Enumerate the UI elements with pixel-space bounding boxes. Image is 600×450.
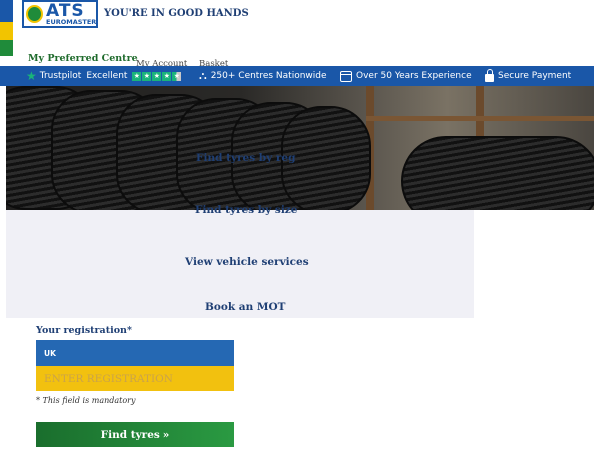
hero-tyres-image bbox=[6, 86, 594, 210]
mandatory-note: * This field is mandatory bbox=[36, 396, 136, 405]
strip-green bbox=[0, 40, 13, 56]
lock-icon bbox=[485, 69, 494, 82]
tyre-image bbox=[401, 136, 594, 210]
find-tyres-label: Find tyres bbox=[100, 428, 160, 441]
people-icon: ⛬ bbox=[199, 69, 207, 82]
star-icon: ★ bbox=[152, 71, 162, 81]
logo-badge-icon bbox=[26, 5, 43, 23]
hero-beam bbox=[366, 116, 594, 121]
registration-input[interactable] bbox=[36, 366, 234, 391]
centres-text: 250+ Centres Nationwide bbox=[210, 71, 327, 81]
preferred-centre-link[interactable]: My Preferred Centre bbox=[28, 53, 138, 64]
ats-logo[interactable]: ATS EUROMASTER bbox=[22, 0, 98, 28]
centres-item: ⛬ 250+ Centres Nationwide bbox=[199, 66, 327, 86]
trustpilot-star-icon: ★ bbox=[26, 69, 37, 83]
experience-item: Over 50 Years Experience bbox=[340, 66, 472, 86]
strip-blue bbox=[0, 0, 13, 22]
logo-subtext: EUROMASTER bbox=[46, 18, 97, 26]
tagline: YOU'RE IN GOOD HANDS bbox=[104, 8, 249, 19]
calendar-icon bbox=[340, 70, 352, 82]
half-star-icon: ★ bbox=[172, 71, 182, 81]
tab-book-mot[interactable]: Book an MOT bbox=[205, 301, 286, 313]
find-tyres-button[interactable]: Find tyres » bbox=[36, 422, 234, 447]
payment-text: Secure Payment bbox=[498, 71, 572, 81]
tab-vehicle-services[interactable]: View vehicle services bbox=[185, 256, 309, 268]
star-icon: ★ bbox=[132, 71, 142, 81]
star-icon: ★ bbox=[162, 71, 172, 81]
double-chevron-icon: » bbox=[162, 428, 170, 441]
strip-yellow bbox=[0, 22, 13, 40]
tab-find-by-size[interactable]: Find tyres by size bbox=[195, 204, 297, 216]
trust-bar: ★ Trustpilot Excellent ★ ★ ★ ★ ★ ⛬ 250+ Cent… bbox=[0, 66, 594, 86]
payment-item: Secure Payment bbox=[485, 66, 571, 86]
trustpilot-excellent: Excellent bbox=[86, 71, 128, 81]
trustpilot-stars: ★ ★ ★ ★ ★ bbox=[132, 71, 182, 81]
registration-label: Your registration* bbox=[36, 325, 132, 336]
tab-find-by-reg[interactable]: Find tyres by reg bbox=[196, 152, 295, 164]
star-icon: ★ bbox=[142, 71, 152, 81]
country-badge: UK bbox=[36, 340, 234, 366]
experience-text: Over 50 Years Experience bbox=[356, 71, 472, 81]
trustpilot-rating[interactable]: ★ Trustpilot Excellent ★ ★ ★ ★ ★ bbox=[26, 66, 182, 86]
trustpilot-label: Trustpilot bbox=[39, 71, 82, 81]
brand-colour-strip bbox=[0, 0, 13, 56]
